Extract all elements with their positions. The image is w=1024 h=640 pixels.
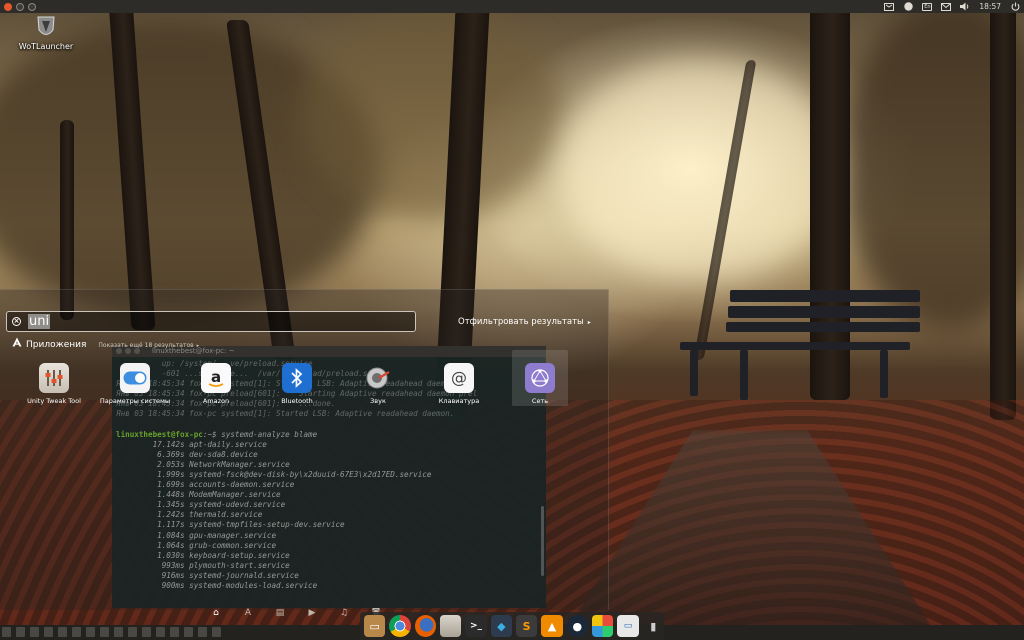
files-icon[interactable]: ▭	[364, 615, 386, 637]
window-thumb[interactable]	[156, 627, 165, 637]
window-thumb[interactable]	[142, 627, 151, 637]
desktop-shortcut-wotlauncher[interactable]: WoTLauncher	[18, 16, 74, 51]
maximize-window-button[interactable]	[28, 2, 36, 11]
window-thumb[interactable]	[114, 627, 123, 637]
window-thumb[interactable]	[58, 627, 67, 637]
search-input[interactable]: uni	[29, 313, 49, 330]
svg-text:@: @	[451, 368, 467, 387]
minimize-window-button[interactable]	[16, 2, 24, 11]
network-icon	[525, 363, 555, 393]
left-workspace-strip	[2, 627, 221, 637]
bluetooth-icon	[282, 363, 312, 393]
show-more-label: Показать ещё 18 результатов	[98, 342, 194, 349]
filter-results-button[interactable]: Отфильтровать результаты ▸	[458, 317, 591, 327]
window-thumb[interactable]	[128, 627, 137, 637]
app-result-system-settings[interactable]: Параметры системы	[93, 350, 177, 406]
disks-icon[interactable]	[439, 615, 462, 637]
system-tray: En 18:57	[884, 0, 1020, 13]
volume-icon[interactable]	[960, 2, 970, 11]
vlc-icon[interactable]: ▲	[541, 615, 563, 637]
solitaire-icon[interactable]	[591, 615, 614, 637]
unity-dash: × uni Отфильтровать результаты ▸ Приложен…	[0, 289, 609, 618]
firefox-icon[interactable]	[414, 615, 436, 637]
top-panel: En 18:57	[0, 0, 1024, 13]
system-settings-icon	[120, 363, 150, 393]
category-title: Приложения	[26, 340, 87, 350]
window-thumb[interactable]	[2, 627, 11, 637]
applications-lens-icon[interactable]: A	[242, 608, 254, 618]
show-more-results-button[interactable]: Показать ещё 18 результатов ▸	[98, 342, 199, 349]
network-icon[interactable]	[903, 2, 913, 11]
window-thumb[interactable]	[170, 627, 179, 637]
clear-search-icon[interactable]: ×	[12, 317, 21, 326]
chrome-icon[interactable]	[389, 615, 411, 637]
window-thumb[interactable]	[16, 627, 25, 637]
dash-search-box[interactable]: × uni	[6, 311, 416, 332]
window-thumb[interactable]	[100, 627, 109, 637]
triangle-right-icon: ▸	[196, 343, 200, 349]
sound-icon	[363, 363, 393, 393]
window-thumb[interactable]	[30, 627, 39, 637]
triangle-right-icon: ▸	[587, 319, 591, 326]
app-label: Unity Tweak Tool	[27, 397, 81, 405]
app-label: Amazon	[202, 397, 230, 405]
app-result-sound[interactable]: Звук	[336, 350, 420, 406]
amazon-icon: a	[201, 363, 231, 393]
power-icon[interactable]	[1010, 2, 1020, 11]
window-thumb[interactable]	[184, 627, 193, 637]
window-thumb[interactable]	[212, 627, 221, 637]
app-result-unity-tweak-tool[interactable]: Unity Tweak Tool	[12, 350, 96, 406]
keyboard-icon: @	[444, 363, 474, 393]
applications-category-header: Приложения Показать ещё 18 результатов ▸	[12, 337, 199, 350]
dash-lens-bar: ⌂ A ▤ ▶ ♫ ◙	[210, 608, 382, 618]
app-label: Сеть	[531, 397, 549, 405]
app-result-amazon[interactable]: a Amazon	[174, 350, 258, 406]
steam-icon[interactable]: ●	[566, 615, 588, 637]
app-result-keyboard[interactable]: @ Клавиатура	[417, 350, 501, 406]
app-result-network[interactable]: Сеть	[512, 350, 568, 406]
unity-tweak-tool-icon	[39, 363, 69, 393]
app-label: Звук	[370, 397, 386, 405]
video-lens-icon[interactable]: ▶	[306, 608, 318, 618]
kodi-icon[interactable]: ◆	[490, 615, 512, 637]
terminal-icon[interactable]: >_	[465, 615, 487, 637]
remote-desktop-icon[interactable]: ▭	[617, 615, 639, 637]
window-thumb[interactable]	[198, 627, 207, 637]
music-lens-icon[interactable]: ♫	[338, 608, 350, 618]
dropbox-icon[interactable]	[884, 2, 895, 11]
mail-icon[interactable]	[941, 2, 952, 11]
window-thumb[interactable]	[86, 627, 95, 637]
trash-icon[interactable]: ▮	[643, 615, 664, 637]
home-lens-icon[interactable]: ⌂	[210, 608, 222, 618]
app-result-bluetooth[interactable]: Bluetooth	[255, 350, 339, 406]
app-label: Параметры системы	[99, 397, 171, 405]
desktop-icon-label: WoTLauncher	[18, 42, 74, 51]
window-thumb[interactable]	[44, 627, 53, 637]
keyboard-icon[interactable]: En	[922, 2, 933, 11]
app-label: Bluetooth	[281, 397, 313, 405]
app-label: Клавиатура	[438, 397, 480, 405]
applications-category-icon	[12, 337, 22, 350]
keyboard-layout-indicator: En	[922, 2, 933, 11]
close-window-button[interactable]	[4, 2, 12, 11]
files-lens-icon[interactable]: ▤	[274, 608, 286, 618]
sublime-icon[interactable]: S	[515, 615, 538, 637]
launcher-dock: ▭ >_ ◆ S ▲ ● ▭ ▮	[360, 612, 664, 640]
svg-text:a: a	[211, 368, 221, 386]
filter-results-label: Отфильтровать результаты	[458, 317, 584, 327]
application-results: Unity Tweak Tool Параметры системы a Ama…	[0, 350, 600, 416]
clock[interactable]: 18:57	[979, 2, 1001, 11]
wot-tank-icon	[35, 16, 57, 40]
window-thumb[interactable]	[72, 627, 81, 637]
